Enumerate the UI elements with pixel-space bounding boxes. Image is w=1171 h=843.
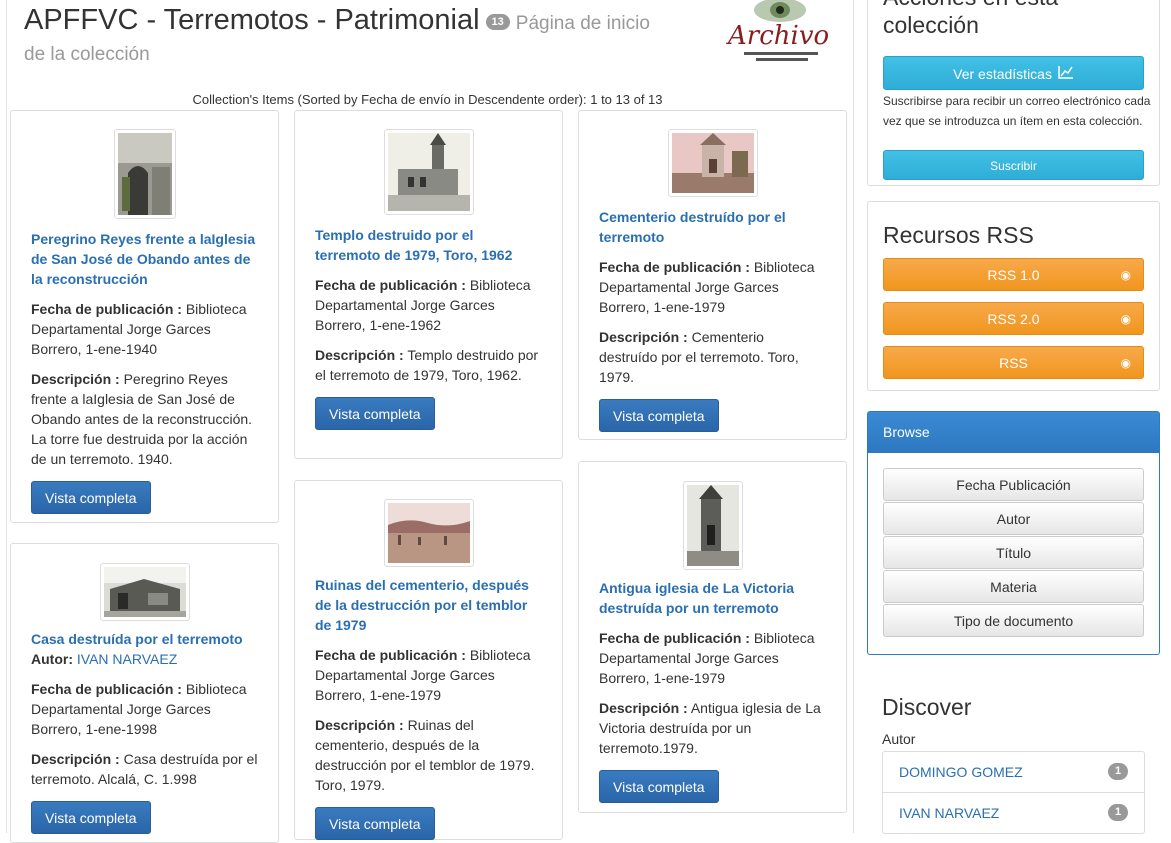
item-title-link[interactable]: Casa destruída por el terremoto	[31, 629, 258, 649]
fecha-label: Fecha de publicación :	[315, 277, 466, 293]
browse-titulo-button[interactable]: Título	[883, 536, 1144, 569]
page-subtitle-cont: de la colección	[24, 44, 150, 65]
descripcion-label: Descripción :	[31, 371, 120, 387]
chart-icon	[1058, 57, 1074, 91]
browse-tipo-button[interactable]: Tipo de documento	[883, 604, 1144, 637]
item-card-2: Templo destruido por el terremoto de 197…	[294, 110, 563, 459]
discover-subtitle: Autor	[882, 731, 916, 747]
rss-icon: ◉	[1120, 312, 1131, 326]
vista-completa-button[interactable]: Vista completa	[315, 807, 435, 840]
item-card-6: Antigua iglesia de La Victoria destruída…	[578, 461, 847, 813]
discover-title: Discover	[882, 694, 972, 720]
vista-completa-button[interactable]: Vista completa	[31, 481, 151, 514]
item-card-3: Cementerio destruído por el terremoto Fe…	[578, 110, 847, 440]
vista-completa-button[interactable]: Vista completa	[599, 399, 719, 432]
subscribe-button[interactable]: Suscribir	[883, 150, 1144, 180]
fecha-label: Fecha de publicación :	[599, 630, 750, 646]
fecha-label: Fecha de publicación :	[599, 259, 750, 275]
actions-title: Acciones en esta colección	[883, 0, 1058, 38]
browse-autor-button[interactable]: Autor	[883, 502, 1144, 535]
item-thumbnail[interactable]	[667, 129, 758, 197]
item-title-link[interactable]: Cementerio destruído por el terremoto	[599, 207, 826, 247]
descripcion-label: Descripción :	[315, 717, 404, 733]
rss-title: Recursos RSS	[883, 222, 1034, 248]
fecha-label: Fecha de publicación :	[31, 681, 182, 697]
browse-title: Browse	[868, 412, 1159, 453]
statistics-button-label: Ver estadísticas	[953, 66, 1052, 82]
discover-count-badge: 1	[1108, 804, 1128, 821]
vista-completa-button[interactable]: Vista completa	[599, 770, 719, 803]
discover-count-badge: 1	[1108, 763, 1128, 780]
discover-item[interactable]: DOMINGO GOMEZ 1	[883, 752, 1144, 793]
rss-1-button[interactable]: RSS 1.0 ◉	[883, 258, 1144, 291]
descripcion-label: Descripción :	[599, 700, 688, 716]
item-card-1: Peregrino Reyes frente a laIglesia de Sa…	[10, 110, 279, 523]
logo-text: Archivo	[726, 21, 829, 51]
browse-materia-button[interactable]: Materia	[883, 570, 1144, 603]
rss-2-label: RSS 2.0	[987, 311, 1040, 327]
item-thumbnail[interactable]	[113, 129, 176, 219]
item-card-4: Casa destruída por el terremoto Autor: I…	[10, 543, 279, 843]
item-card-5: Ruinas del cementerio, después de la des…	[294, 480, 563, 840]
item-title-link[interactable]: Peregrino Reyes frente a laIglesia de Sa…	[31, 229, 258, 289]
item-thumbnail[interactable]	[383, 499, 474, 567]
rss-icon: ◉	[1120, 268, 1131, 282]
rss-atom-label: RSS	[999, 355, 1028, 371]
page-subtitle: Página de inicio	[515, 13, 650, 34]
discover-item-label: IVAN NARVAEZ	[899, 805, 1000, 821]
fecha-label: Fecha de publicación :	[315, 647, 466, 663]
statistics-button[interactable]: Ver estadísticas	[883, 56, 1144, 90]
item-title-link[interactable]: Ruinas del cementerio, después de la des…	[315, 575, 542, 635]
fecha-label: Fecha de publicación :	[31, 301, 182, 317]
rss-atom-button[interactable]: RSS ◉	[883, 346, 1144, 379]
descripcion-label: Descripción :	[599, 329, 688, 345]
rss-2-button[interactable]: RSS 2.0 ◉	[883, 302, 1144, 335]
collection-header: APFFVC - Terremotos - Patrimonial 13 Págin…	[24, 2, 704, 70]
discover-list: DOMINGO GOMEZ 1 IVAN NARVAEZ 1	[882, 751, 1145, 834]
sort-info-text: Collection's Items (Sorted by Fecha de e…	[192, 92, 663, 107]
archivo-logo: Archivo	[722, 0, 832, 72]
descripcion-label: Descripción :	[31, 751, 120, 767]
subscribe-description: Suscribirse para recibir un correo elect…	[883, 94, 1151, 128]
item-count-badge: 13	[485, 13, 510, 30]
item-thumbnail[interactable]	[682, 481, 743, 570]
vista-completa-button[interactable]: Vista completa	[315, 397, 435, 430]
autor-link[interactable]: IVAN NARVAEZ	[77, 651, 177, 667]
discover-item-label: DOMINGO GOMEZ	[899, 764, 1023, 780]
rss-icon: ◉	[1120, 356, 1131, 370]
rss-1-label: RSS 1.0	[987, 267, 1040, 283]
page-title: APFFVC - Terremotos - Patrimonial	[24, 4, 480, 36]
item-title-link[interactable]: Antigua iglesia de La Victoria destruída…	[599, 578, 826, 618]
browse-fecha-button[interactable]: Fecha Publicación	[883, 468, 1144, 501]
descripcion-label: Descripción :	[315, 347, 404, 363]
item-thumbnail[interactable]	[99, 563, 190, 621]
item-title-link[interactable]: Templo destruido por el terremoto de 197…	[315, 225, 542, 265]
item-thumbnail[interactable]	[383, 129, 474, 215]
discover-item[interactable]: IVAN NARVAEZ 1	[883, 793, 1144, 833]
autor-label: Autor:	[31, 651, 73, 667]
vista-completa-button[interactable]: Vista completa	[31, 801, 151, 834]
